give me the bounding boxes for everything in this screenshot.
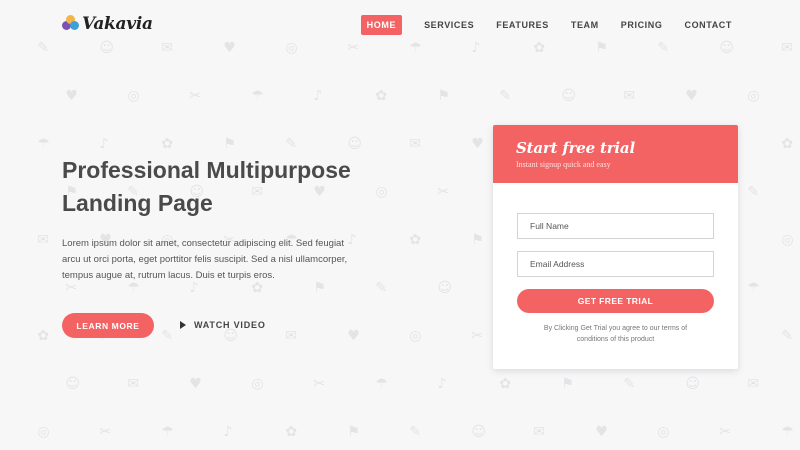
hero-title-line2: Landing Page: [62, 190, 213, 216]
logo-mark-icon: [62, 15, 80, 33]
full-name-input[interactable]: [517, 213, 714, 239]
trial-subtitle: Instant signup quick and easy: [516, 160, 611, 169]
nav-home[interactable]: HOME: [360, 15, 403, 35]
hero-title: Professional Multipurpose Landing Page: [62, 154, 382, 220]
hero-description: Lorem ipsum dolor sit amet, consectetur …: [62, 238, 348, 281]
trial-card-header: Start free trial Instant signup quick an…: [493, 125, 738, 183]
trial-signup-card: Start free trial Instant signup quick an…: [493, 125, 738, 369]
hero-title-line1: Professional Multipurpose: [62, 157, 351, 183]
logo[interactable]: Vakavia: [62, 14, 153, 34]
nav-pricing[interactable]: PRICING: [621, 15, 663, 35]
nav-team[interactable]: TEAM: [571, 15, 599, 35]
nav-contact[interactable]: CONTACT: [684, 15, 732, 35]
main-nav: HOME SERVICES FEATURES TEAM PRICING CONT…: [360, 15, 732, 35]
watch-video-label: WATCH VIDEO: [194, 320, 266, 330]
trial-title: Start free trial: [516, 139, 635, 157]
nav-services[interactable]: SERVICES: [424, 15, 474, 35]
play-icon: [180, 321, 186, 329]
watch-video-link[interactable]: WATCH VIDEO: [180, 320, 266, 330]
brand-name: Vakavia: [82, 14, 153, 34]
email-input[interactable]: [517, 251, 714, 277]
get-free-trial-button[interactable]: GET FREE TRIAL: [517, 289, 714, 313]
top-navbar: Vakavia HOME SERVICES FEATURES TEAM PRIC…: [0, 0, 800, 50]
learn-more-button[interactable]: LEARN MORE: [62, 313, 154, 338]
nav-features[interactable]: FEATURES: [496, 15, 549, 35]
terms-text: By Clicking Get Trial you agree to our t…: [543, 325, 688, 343]
